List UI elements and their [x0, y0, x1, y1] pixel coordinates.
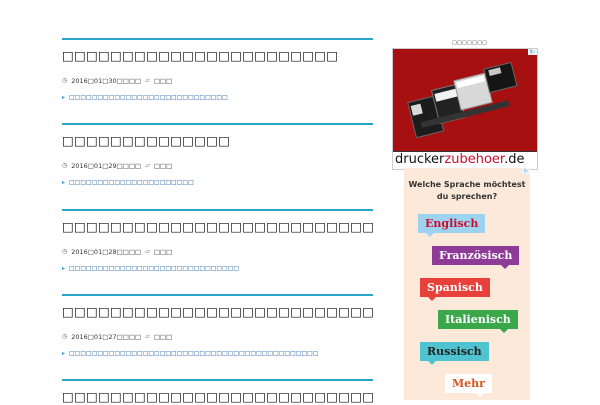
clock-icon: ◷	[62, 248, 68, 255]
ad-question: Welche Sprache möchtest du sprechen?	[408, 180, 526, 201]
divider	[62, 209, 373, 211]
read-more-link[interactable]: ▸ □□□□□□□□□□□□□□□□□□□□□□□□□□□□	[62, 94, 373, 101]
read-more-text[interactable]: □□□□□□□□□□□□□□□□□□□□□□□□□□□□□□	[69, 265, 239, 272]
post-date: 2016□01□29□□□□	[71, 161, 142, 170]
post-item: □□□□□□□□□□□□□□ ◷ 2016□01□29□□□□ ▱ □□□ ▸ …	[62, 123, 373, 186]
divider	[62, 379, 373, 381]
folder-icon: ▱	[145, 77, 150, 84]
language-option-french[interactable]: Französisch	[432, 246, 520, 269]
post-meta: ◷ 2016□01□29□□□□ ▱ □□□	[62, 161, 373, 170]
divider	[62, 38, 373, 40]
brand-name-main: drucker	[395, 152, 445, 167]
language-option-italian[interactable]: Italienisch	[438, 310, 518, 333]
post-meta: ◷ 2016□01□27□□□□ ▱ □□□	[62, 332, 373, 341]
read-more-link[interactable]: ▸ □□□□□□□□□□□□□□□□□□□□□□□□□□□□□□□□□□□□□□…	[62, 350, 373, 357]
post-item: □□□□□□□□□□□□□□□□□□□□□□□□□□	[62, 379, 373, 405]
post-title[interactable]: □□□□□□□□□□□□□□	[62, 133, 373, 149]
read-more-link[interactable]: ▸ □□□□□□□□□□□□□□□□□□□□□□□□□□□□□□	[62, 265, 373, 272]
post-category[interactable]: □□□	[154, 248, 172, 256]
arrow-right-icon: ▸	[62, 94, 66, 101]
arrow-right-icon: ▸	[62, 179, 66, 186]
post-category[interactable]: □□□	[154, 77, 172, 85]
folder-icon: ▱	[145, 248, 150, 255]
read-more-text[interactable]: □□□□□□□□□□□□□□□□□□□□□□□□□□□□□□□□□□□□□□□□…	[69, 350, 318, 357]
language-option-more[interactable]: Mehr	[445, 374, 492, 397]
brand-name-accent: zubehoer	[444, 152, 505, 167]
post-item: □□□□□□□□□□□□□□□□□□□□□□□ ◷ 2016□01□30□□□□…	[62, 38, 373, 101]
brand-tld: .de	[504, 152, 525, 167]
language-option-english[interactable]: Englisch	[418, 214, 486, 237]
post-meta: ◷ 2016□01□28□□□□ ▱ □□□	[62, 247, 373, 256]
ink-cartridge-image	[407, 61, 518, 139]
post-title[interactable]: □□□□□□□□□□□□□□□□□□□□□□□	[62, 48, 373, 64]
post-meta: ◷ 2016□01□30□□□□ ▱ □□□	[62, 76, 373, 85]
arrow-right-icon: ▸	[62, 265, 66, 272]
brand-logo: druckerzubehoer.de	[395, 152, 524, 167]
divider	[62, 294, 373, 296]
post-date: 2016□01□30□□□□	[71, 76, 142, 85]
sidebar-heading: □□□□□□□	[452, 40, 488, 46]
clock-icon: ◷	[62, 162, 68, 169]
post-category[interactable]: □□□	[154, 333, 172, 341]
post-category[interactable]: □□□	[154, 162, 172, 170]
language-option-russian[interactable]: Russisch	[420, 342, 489, 365]
folder-icon: ▱	[145, 333, 150, 340]
clock-icon: ◷	[62, 333, 68, 340]
read-more-link[interactable]: ▸ □□□□□□□□□□□□□□□□□□□□□□	[62, 179, 373, 186]
arrow-right-icon: ▸	[62, 350, 66, 357]
post-title[interactable]: □□□□□□□□□□□□□□□□□□□□□□□□□□	[62, 389, 373, 405]
clock-icon: ◷	[62, 77, 68, 84]
language-ad-banner[interactable]: ▷ Welche Sprache möchtest du sprechen? E…	[404, 168, 530, 400]
post-date: 2016□01□28□□□□	[71, 247, 142, 256]
language-option-spanish[interactable]: Spanisch	[420, 278, 490, 301]
adchoices-icon[interactable]: ▷	[522, 168, 530, 174]
post-item: □□□□□□□□□□□□□□□□□□□□□□□□□□□□□□□□□□□□□□□□…	[62, 294, 373, 357]
folder-icon: ▱	[145, 162, 150, 169]
printer-ad-banner[interactable]: i▷ druckerzubehoer.de	[392, 48, 538, 170]
post-date: 2016□01□27□□□□	[71, 332, 142, 341]
post-title[interactable]: □□□□□□□□□□□□□□□□□□□□□□□□□□□□□□□□□□□□□□□□…	[62, 304, 373, 320]
read-more-text[interactable]: □□□□□□□□□□□□□□□□□□□□□□	[69, 179, 194, 186]
read-more-text[interactable]: □□□□□□□□□□□□□□□□□□□□□□□□□□□□	[69, 94, 228, 101]
divider	[62, 123, 373, 125]
post-item: □□□□□□□□□□□□□□□□□□□□□□□□□□ ◷ 2016□01□28□…	[62, 209, 373, 272]
post-title[interactable]: □□□□□□□□□□□□□□□□□□□□□□□□□□	[62, 219, 373, 235]
